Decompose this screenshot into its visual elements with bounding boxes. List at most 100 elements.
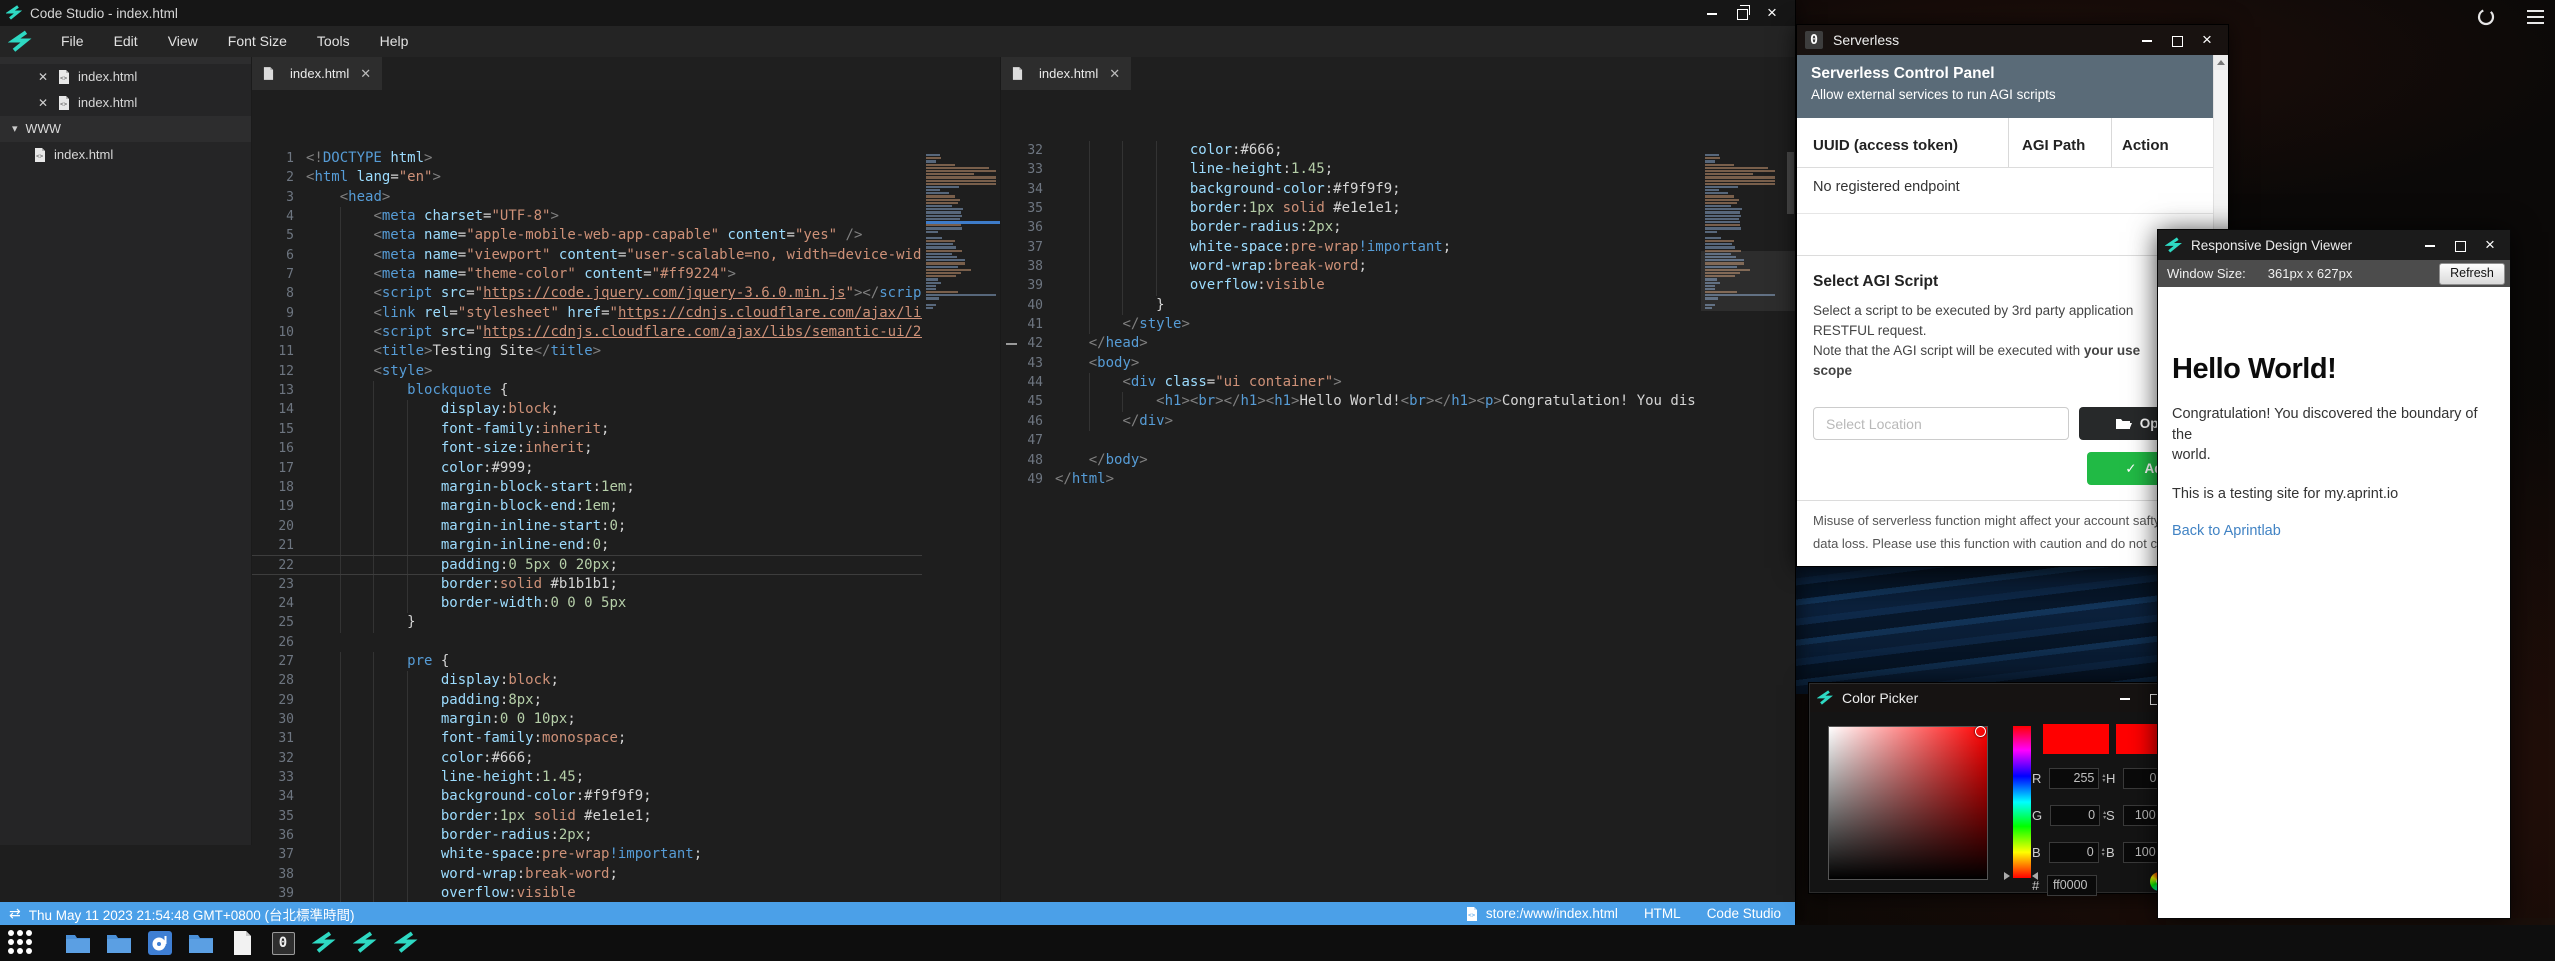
indent-guide [340, 556, 341, 573]
minimap-line [926, 246, 1000, 248]
sidebar-section-www[interactable]: ▾ WWW [0, 116, 251, 142]
indent-guide [407, 768, 408, 787]
close-icon[interactable]: × [2192, 26, 2222, 54]
code-line: 47 [1001, 431, 1795, 450]
code-line: 7 <meta name="theme-color" content="#ff9… [252, 265, 1000, 284]
tab-label: index.html [290, 66, 349, 81]
sidebar-item-index-html[interactable]: <> index.html [0, 142, 251, 168]
status-language[interactable]: HTML [1644, 906, 1681, 921]
media-player-icon[interactable] [148, 931, 172, 955]
hex-input[interactable]: ff0000 [2047, 875, 2097, 896]
code-studio-icon[interactable] [353, 931, 377, 955]
app-launcher-icon[interactable] [8, 930, 36, 956]
brightness-input[interactable]: 100 [2123, 842, 2161, 863]
menu-file[interactable]: File [46, 26, 99, 57]
code-studio-icon[interactable] [394, 931, 418, 955]
status-file-path[interactable]: store:/www/index.html [1486, 906, 1618, 921]
file-icon: <> [58, 96, 70, 110]
saturation-cursor[interactable] [1975, 726, 1986, 737]
tab-index-html[interactable]: index.html ✕ [252, 57, 382, 90]
code-studio-icon[interactable] [312, 931, 336, 955]
minimap-line [926, 237, 1000, 239]
saturation-input[interactable]: 100 [2123, 805, 2161, 826]
red-input[interactable]: 255 [2049, 768, 2099, 789]
minimize-icon[interactable] [2110, 684, 2140, 712]
code-editor[interactable]: 1<!DOCTYPE html>2<html lang="en">3 <head… [252, 149, 1000, 902]
minimize-icon[interactable] [2132, 26, 2162, 54]
maximize-icon[interactable] [2162, 26, 2192, 54]
minimap-line [1705, 231, 1795, 233]
minimize-icon[interactable] [2415, 231, 2445, 259]
minimap-viewport[interactable] [1701, 251, 1795, 311]
hue-slider[interactable] [2013, 726, 2031, 878]
indent-guide [340, 671, 341, 690]
minimap-line [1705, 208, 1795, 210]
blue-input[interactable]: 0 [2049, 842, 2099, 863]
folder-icon[interactable] [107, 931, 131, 955]
indent-guide [1122, 296, 1123, 315]
stepper-icon[interactable]: ▴▾ [2102, 774, 2105, 784]
code-editor[interactable]: 32 color:#666;33 line-height:1.45;34 bac… [1001, 141, 1795, 902]
folder-open-icon [2116, 417, 2132, 430]
indent-guide [1122, 160, 1123, 179]
minimap-line [926, 202, 1000, 204]
scroll-up-icon[interactable] [2214, 55, 2228, 70]
section-description: Note that the AGI script will be execute… [1813, 343, 2140, 358]
close-icon[interactable]: × [2475, 231, 2505, 259]
close-icon[interactable]: ✕ [1109, 66, 1120, 82]
indent-guide [373, 613, 374, 632]
refresh-button[interactable]: Refresh [2439, 263, 2505, 285]
menu-view[interactable]: View [153, 26, 213, 57]
back-to-aprintlab-link[interactable]: Back to Aprintlab [2172, 523, 2496, 539]
editor-pane-left[interactable]: index.html ✕ 1<!DOCTYPE html>2<html lang… [252, 57, 1000, 902]
indent-guide [373, 865, 374, 884]
minimap-line [1705, 215, 1795, 217]
status-bar: ⇄ Thu May 11 2023 21:54:48 GMT+0800 (台北標… [0, 902, 1795, 925]
close-icon[interactable]: ✕ [38, 64, 48, 90]
scrollbar-thumb[interactable] [1787, 152, 1794, 214]
hamburger-menu-icon[interactable] [2527, 10, 2544, 24]
green-input[interactable]: 0 [2050, 805, 2100, 826]
indent-guide [340, 613, 341, 632]
spinner-icon[interactable] [2477, 8, 2495, 26]
indent-guide [340, 807, 341, 826]
folder-icon[interactable] [66, 931, 90, 955]
menu-edit[interactable]: Edit [99, 26, 153, 57]
minimap[interactable] [1701, 152, 1795, 902]
menu-help[interactable]: Help [365, 26, 424, 57]
editor-pane-right[interactable]: index.html ✕ 32 color:#666;33 line-heigh… [1000, 57, 1795, 902]
minimize-icon[interactable] [1697, 0, 1727, 26]
code-line: 30 margin:0 0 10px; [252, 710, 1000, 729]
close-icon[interactable]: ✕ [360, 66, 371, 82]
serverless-app-icon[interactable]: 0 [271, 931, 295, 955]
indent-guide [1156, 257, 1157, 276]
hue-marker-left[interactable] [2004, 872, 2010, 880]
indent-guide [373, 845, 374, 864]
menu-font-size[interactable]: Font Size [213, 26, 302, 57]
minimap[interactable] [922, 152, 1000, 902]
folder-icon[interactable] [189, 931, 213, 955]
document-icon[interactable] [230, 931, 254, 955]
minimap-line [1705, 246, 1795, 248]
sidebar-item-index-html[interactable]: ✕ <> index.html [0, 64, 251, 90]
status-appname[interactable]: Code Studio [1707, 906, 1781, 921]
page-heading: Hello World! [2172, 353, 2496, 386]
saturation-square[interactable] [1828, 726, 1988, 880]
maximize-icon[interactable] [2445, 231, 2475, 259]
menu-tools[interactable]: Tools [302, 26, 365, 57]
restore-icon[interactable] [1727, 0, 1757, 26]
close-icon[interactable]: × [1757, 0, 1787, 26]
tab-index-html[interactable]: index.html ✕ [1001, 57, 1131, 90]
select-location-input[interactable] [1813, 407, 2069, 440]
indent-guide [340, 594, 341, 613]
close-icon[interactable]: ✕ [38, 90, 48, 116]
field-label: S [2106, 808, 2115, 823]
hue-input[interactable]: 0 [2123, 768, 2161, 789]
sidebar-item-index-html[interactable]: ✕ <> index.html [0, 90, 251, 116]
file-label: index.html [78, 64, 137, 90]
sidebar: Directory Listing ▾ OPEN EDITORS ✕ <> in… [0, 0, 252, 845]
code-line: 11 <title>Testing Site</title> [252, 342, 1000, 361]
indent-guide [340, 749, 341, 768]
stepper-icon[interactable]: ▴▾ [2102, 848, 2105, 858]
minimap-line [926, 301, 1000, 303]
